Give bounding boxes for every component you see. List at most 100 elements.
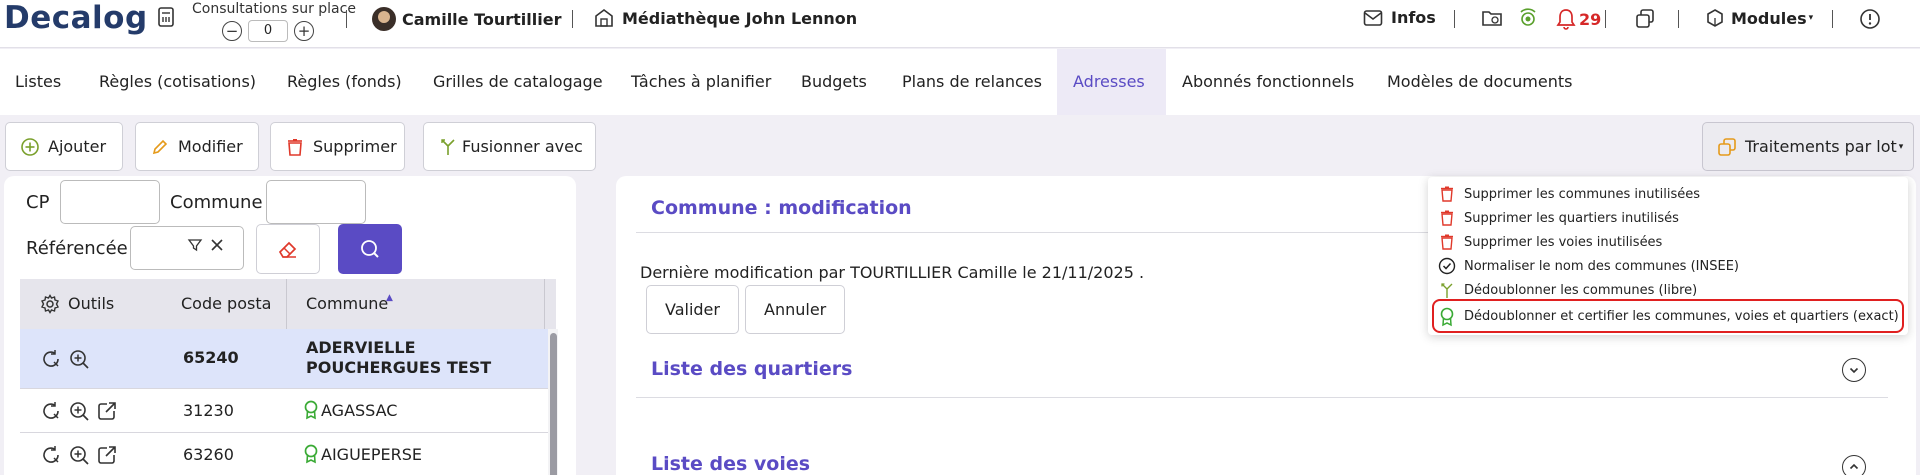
folder-sync-icon[interactable] [1481,8,1503,28]
menu-item-label: Dédoublonner les communes (libre) [1464,282,1698,298]
delete-label: Supprimer [313,137,397,156]
app-logo[interactable]: Decalog [4,0,148,36]
cube-icon [1705,8,1725,28]
consultations-label: Consultations sur place [192,1,356,17]
copy-icon [1717,137,1737,157]
signal-icon[interactable] [1517,8,1539,30]
quarters-section-title[interactable]: Liste des quartiers [651,358,852,380]
menu-item-label: Supprimer les communes inutilisées [1464,186,1700,202]
validate-button[interactable]: Valider [646,285,739,334]
table-row[interactable]: 63260 AIGUEPERSE [20,434,550,475]
library-selector[interactable]: Médiathèque John Lennon [594,8,857,28]
edit-button[interactable]: Modifier [135,122,259,171]
calculator-icon[interactable] [157,6,175,28]
tab-abonnes-fonctionnels[interactable]: Abonnés fonctionnels [1167,49,1369,115]
external-link-icon[interactable] [96,444,118,466]
menu-item-delete-streets[interactable]: Supprimer les voies inutilisées [1438,230,1662,254]
commune-input[interactable] [266,180,366,224]
consultations-count[interactable]: 0 [248,20,288,42]
menu-item-delete-communes[interactable]: Supprimer les communes inutilisées [1438,182,1700,206]
edit-label: Modifier [178,137,243,156]
menu-item-delete-quarters[interactable]: Supprimer les quartiers inutilisés [1438,206,1679,230]
tab-listes[interactable]: Listes [0,49,76,115]
detail-title: Commune : modification [651,197,912,219]
zoom-in-icon[interactable] [68,400,90,422]
bell-icon [1556,8,1576,30]
tab-regles-cotisations[interactable]: Règles (cotisations) [84,49,271,115]
funnel-icon [187,237,203,253]
streets-section-title[interactable]: Liste des voies [651,453,810,475]
chevron-down-icon[interactable] [1842,358,1866,382]
zoom-in-icon[interactable] [68,348,90,370]
certified-icon [303,444,319,464]
certified-icon [303,400,319,420]
external-link-icon[interactable] [96,400,118,422]
clear-icon[interactable] [209,237,225,253]
copy-icon[interactable] [1634,8,1656,30]
separator [346,10,347,28]
tab-taches-planifier[interactable]: Tâches à planifier [616,49,786,115]
info-icon[interactable] [1859,8,1881,30]
chevron-up-icon[interactable] [1842,455,1866,475]
separator [1832,10,1833,28]
batch-processing-menu: Supprimer les communes inutilisées Suppr… [1428,177,1908,335]
cp-input[interactable] [60,180,160,224]
library-icon [594,8,614,28]
column-commune[interactable]: Commune [306,279,388,329]
column-divider [544,279,545,329]
column-postal-code[interactable]: Code posta [181,279,271,329]
commune-label: Commune [170,192,263,213]
user-menu[interactable]: Camille Tourtillier [372,7,561,31]
sort-asc-icon[interactable]: ▲ [386,293,393,303]
tab-modeles-documents[interactable]: Modèles de documents [1372,49,1587,115]
batch-processing-button[interactable]: Traitements par lot ▾ [1702,122,1914,171]
tab-regles-fonds[interactable]: Règles (fonds) [272,49,417,115]
consultations-counter: − 0 + [222,20,314,42]
top-bar: Decalog Consultations sur place − 0 + Ca… [0,0,1920,48]
caret-down-icon: ▾ [1808,13,1814,23]
notifications-button[interactable]: 29 [1556,8,1601,30]
notifications-count: 29 [1579,9,1602,29]
cell-commune: AIGUEPERSE [303,444,422,464]
search-panel: CP Commune Référencée Outils Code posta … [4,176,576,475]
tab-budgets[interactable]: Budgets [786,49,882,115]
refresh-search-icon[interactable] [40,348,62,370]
cell-commune: ADERVIELLE POUCHERGUES TEST [306,338,492,377]
delete-button[interactable]: Supprimer [270,122,405,171]
reset-filters-button[interactable] [256,224,320,274]
column-tools[interactable]: Outils [68,279,114,329]
tab-plans-relances[interactable]: Plans de relances [887,49,1057,115]
table-row[interactable]: 31230 AGASSAC [20,390,550,433]
table-row[interactable]: 65240 ADERVIELLE POUCHERGUES TEST [20,329,550,389]
refresh-search-icon[interactable] [40,400,62,422]
add-button[interactable]: Ajouter [5,122,123,171]
grid-scrollbar[interactable] [548,329,558,475]
merge-label: Fusionner avec [462,137,583,156]
separator [572,10,573,28]
cell-commune: AGASSAC [303,400,397,420]
tab-adresses[interactable]: Adresses [1057,49,1166,115]
refresh-search-icon[interactable] [40,444,62,466]
mail-icon [1363,9,1383,27]
infos-button[interactable]: Infos [1363,8,1436,27]
separator [1454,10,1455,28]
zoom-in-icon[interactable] [68,444,90,466]
trash-icon [1438,185,1456,203]
last-modified-text: Dernière modification par TOURTILLIER Ca… [640,263,1145,282]
merge-button[interactable]: Fusionner avec [423,122,596,171]
eraser-icon [276,237,300,261]
decrement-button[interactable]: − [222,21,242,41]
scroll-thumb[interactable] [550,333,557,475]
increment-button[interactable]: + [294,21,314,41]
plus-circle-icon [20,137,40,157]
cancel-button[interactable]: Annuler [745,285,846,334]
tab-grilles-catalogage[interactable]: Grilles de catalogage [418,49,618,115]
modules-menu[interactable]: Modules ▾ [1705,8,1813,28]
cell-postal-code: 65240 [183,348,239,367]
divider [636,397,1888,398]
infos-label: Infos [1391,8,1436,27]
search-button[interactable] [338,224,402,274]
gear-icon [40,294,60,314]
referenced-select[interactable] [130,226,244,270]
menu-item-normalize-names[interactable]: Normaliser le nom des communes (INSEE) [1438,254,1739,278]
